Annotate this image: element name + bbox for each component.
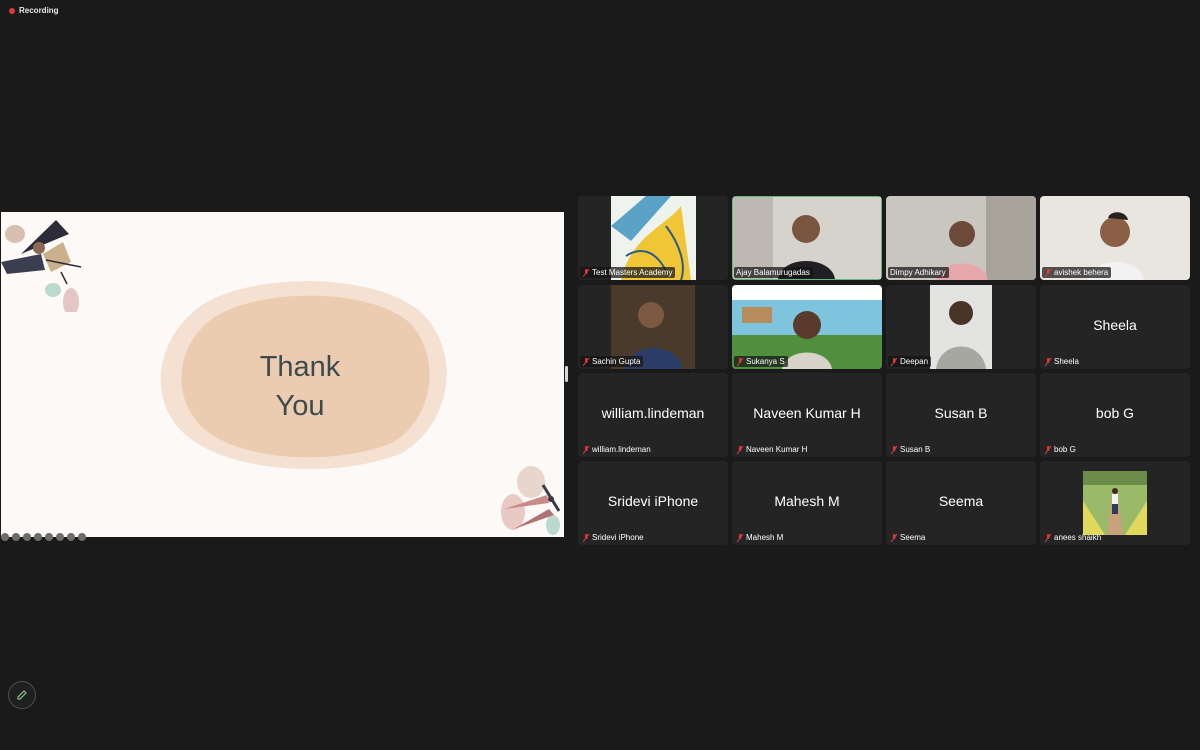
participant-tile[interactable]: Seema Seema <box>886 461 1036 545</box>
participant-name: Sukanya S <box>746 357 785 366</box>
participant-display-name: Susan B <box>934 405 988 421</box>
participant-name: william.lindeman <box>592 445 651 454</box>
participant-display-name: bob G <box>1095 405 1135 421</box>
participant-name: Seema <box>900 533 926 542</box>
muted-mic-icon <box>582 268 590 277</box>
muted-mic-icon <box>890 357 898 366</box>
participant-label: Sheela <box>1042 356 1082 367</box>
slide-tool-icon[interactable] <box>78 533 86 541</box>
participant-name: avishek behera <box>1054 268 1109 277</box>
slide-tool-icon[interactable] <box>12 533 20 541</box>
muted-mic-icon <box>890 533 898 542</box>
muted-mic-icon <box>582 357 590 366</box>
slide-title-line1: Thank <box>259 351 341 383</box>
muted-mic-icon <box>736 445 744 454</box>
participant-label: Seema <box>888 532 928 543</box>
participant-display-name: Mahesh M <box>774 493 840 509</box>
slide-title-line2: You <box>275 390 325 422</box>
slide-tool-icon[interactable] <box>1 533 9 541</box>
participant-label: bob G <box>1042 444 1079 455</box>
muted-mic-icon <box>1044 533 1052 542</box>
participant-name: Dimpy Adhikary <box>890 268 946 277</box>
participant-tile[interactable]: avishek behera <box>1040 196 1190 280</box>
muted-mic-icon <box>736 357 744 366</box>
muted-mic-icon <box>582 445 590 454</box>
dragonfly-decoration <box>501 466 561 535</box>
participant-label: Mahesh M <box>734 532 786 543</box>
muted-mic-icon <box>1044 357 1052 366</box>
recording-indicator[interactable]: Recording <box>9 6 59 15</box>
participant-label: Susan B <box>888 444 933 455</box>
participant-label: william.lindeman <box>580 444 654 455</box>
participant-tile[interactable]: Naveen Kumar H Naveen Kumar H <box>732 373 882 457</box>
participant-label: Naveen Kumar H <box>734 444 810 455</box>
participant-name: Naveen Kumar H <box>746 445 808 454</box>
participant-name: bob G <box>1054 445 1076 454</box>
pencil-icon <box>17 690 27 700</box>
participant-tile[interactable]: Sachin Gupta <box>578 285 728 369</box>
garden-photo <box>1083 471 1147 535</box>
participant-name: Sridevi iPhone <box>592 533 644 542</box>
participant-label: Sachin Gupta <box>580 356 644 367</box>
participant-name: Test Masters Academy <box>592 268 673 277</box>
slide-tool-icon[interactable] <box>23 533 31 541</box>
participant-display-name: Sridevi iPhone <box>607 493 699 509</box>
participant-tile[interactable]: Sridevi iPhone Sridevi iPhone <box>578 461 728 545</box>
participant-label: Ajay Balamurugadas <box>734 267 813 278</box>
participant-label: Dimpy Adhikary <box>888 267 949 278</box>
participant-label: Test Masters Academy <box>580 267 676 278</box>
video-feed <box>1083 471 1147 535</box>
participant-display-name: Seema <box>938 493 984 509</box>
participant-name: Deepan <box>900 357 929 366</box>
split-divider-handle[interactable] <box>565 366 568 382</box>
muted-mic-icon <box>1044 268 1052 277</box>
muted-mic-icon <box>1044 445 1052 454</box>
recording-dot-icon <box>9 7 15 14</box>
moth-decoration <box>1 220 82 312</box>
participant-tile[interactable]: Dimpy Adhikary <box>886 196 1036 280</box>
participant-tile[interactable]: Sheela Sheela <box>1040 285 1190 369</box>
participant-name: Mahesh M <box>746 533 784 542</box>
participant-tile[interactable]: william.lindeman william.lindeman <box>578 373 728 457</box>
slide-tool-icon[interactable] <box>56 533 64 541</box>
participant-tile[interactable]: Mahesh M Mahesh M <box>732 461 882 545</box>
muted-mic-icon <box>890 445 898 454</box>
participant-tile[interactable]: bob G bob G <box>1040 373 1190 457</box>
participant-tile[interactable]: Test Masters Academy <box>578 196 728 280</box>
participant-display-name: william.lindeman <box>601 405 705 421</box>
participant-tile[interactable]: Sukanya S <box>732 285 882 369</box>
participant-name: anees shaikh <box>1054 533 1102 542</box>
participant-name: Susan B <box>900 445 931 454</box>
participant-label: Deepan <box>888 356 932 367</box>
participant-tile[interactable]: Deepan <box>886 285 1036 369</box>
muted-mic-icon <box>736 533 744 542</box>
participant-name: Sheela <box>1054 357 1079 366</box>
participant-tile[interactable]: Susan B Susan B <box>886 373 1036 457</box>
participant-label: avishek behera <box>1042 267 1112 278</box>
slide-toolbar[interactable] <box>1 533 86 541</box>
slide-tool-icon[interactable] <box>34 533 42 541</box>
person-silhouette <box>930 285 992 369</box>
video-feed <box>930 285 992 369</box>
participant-display-name: Sheela <box>1093 317 1137 333</box>
muted-mic-icon <box>582 533 590 542</box>
participant-label: anees shaikh <box>1042 532 1104 543</box>
participant-label: Sukanya S <box>734 356 788 367</box>
recording-label: Recording <box>19 6 59 15</box>
participant-name: Sachin Gupta <box>592 357 641 366</box>
participant-tile[interactable]: anees shaikh <box>1040 461 1190 545</box>
participant-label: Sridevi iPhone <box>580 532 647 543</box>
participant-display-name: Naveen Kumar H <box>753 405 861 421</box>
participant-name: Ajay Balamurugadas <box>736 268 810 277</box>
slide-tool-icon[interactable] <box>45 533 53 541</box>
annotate-button[interactable] <box>8 681 36 709</box>
slide-tool-icon[interactable] <box>67 533 75 541</box>
participant-tile-active-speaker[interactable]: Ajay Balamurugadas <box>732 196 882 280</box>
